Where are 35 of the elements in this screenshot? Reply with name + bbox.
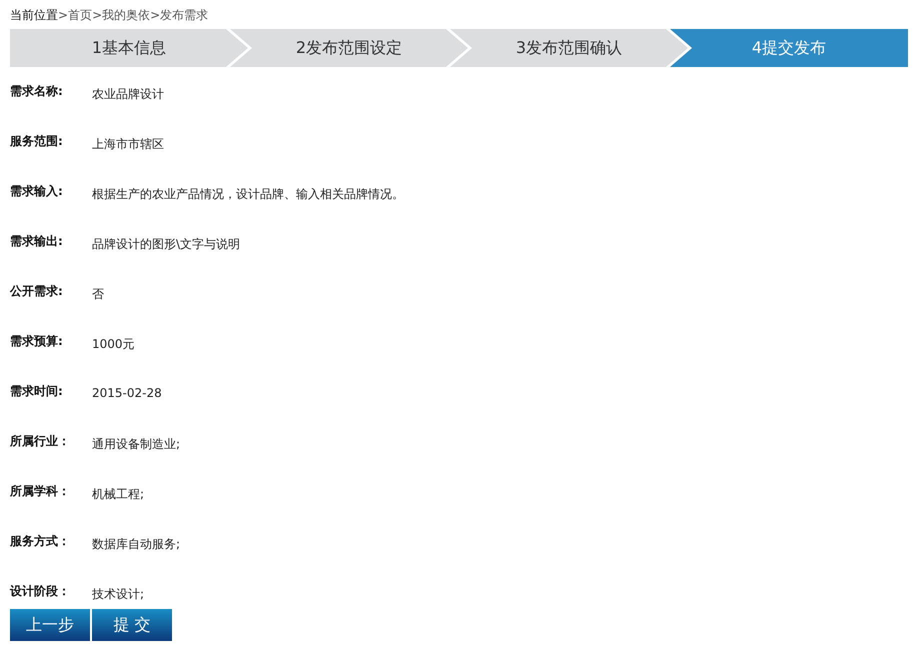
- step-tab[interactable]: 1基本信息: [10, 29, 248, 67]
- field-label: 需求预算:: [10, 333, 64, 350]
- field-label: 需求时间:: [10, 383, 64, 400]
- field-value: 农业品牌设计: [92, 86, 164, 103]
- field-value: 根据生产的农业产品情况，设计品牌、输入相关品牌情况。: [92, 186, 404, 203]
- field-value: 上海市市辖区: [92, 136, 164, 153]
- field-label: 需求名称:: [10, 83, 64, 100]
- breadcrumb-link[interactable]: 首页: [68, 6, 92, 24]
- field-label: 需求输入:: [10, 183, 64, 200]
- field-label: 服务方式：: [10, 533, 71, 550]
- breadcrumb-label: 当前位置: [10, 6, 58, 24]
- breadcrumb-separator: >: [58, 8, 68, 22]
- field-label: 公开需求:: [10, 283, 64, 300]
- submit-button[interactable]: 提 交: [92, 609, 172, 641]
- step-tab[interactable]: 4提交发布: [670, 29, 908, 67]
- field-value: 技术设计;: [92, 586, 144, 603]
- field-label: 所属学科：: [10, 483, 71, 500]
- previous-button[interactable]: 上一步: [10, 609, 90, 641]
- field-label: 设计阶段：: [10, 583, 71, 600]
- step-tab[interactable]: 3发布范围确认: [450, 29, 688, 67]
- field-label: 服务范围:: [10, 133, 64, 150]
- field-value: 2015-02-28: [92, 385, 162, 400]
- field-value: 通用设备制造业;: [92, 436, 180, 453]
- step-tab[interactable]: 2发布范围设定: [230, 29, 468, 67]
- field-label: 所属行业：: [10, 433, 71, 450]
- field-label: 需求输出:: [10, 233, 64, 250]
- field-value: 数据库自动服务;: [92, 536, 180, 553]
- breadcrumb-link[interactable]: 发布需求: [160, 6, 208, 24]
- field-value: 机械工程;: [92, 486, 144, 503]
- breadcrumb-link[interactable]: 我的奥依: [102, 6, 150, 24]
- field-value: 否: [92, 286, 104, 303]
- breadcrumb-separator: >: [92, 8, 102, 22]
- field-value: 品牌设计的图形\文字与说明: [92, 236, 240, 253]
- field-value: 1000元: [92, 336, 135, 353]
- breadcrumb-separator: >: [150, 8, 160, 22]
